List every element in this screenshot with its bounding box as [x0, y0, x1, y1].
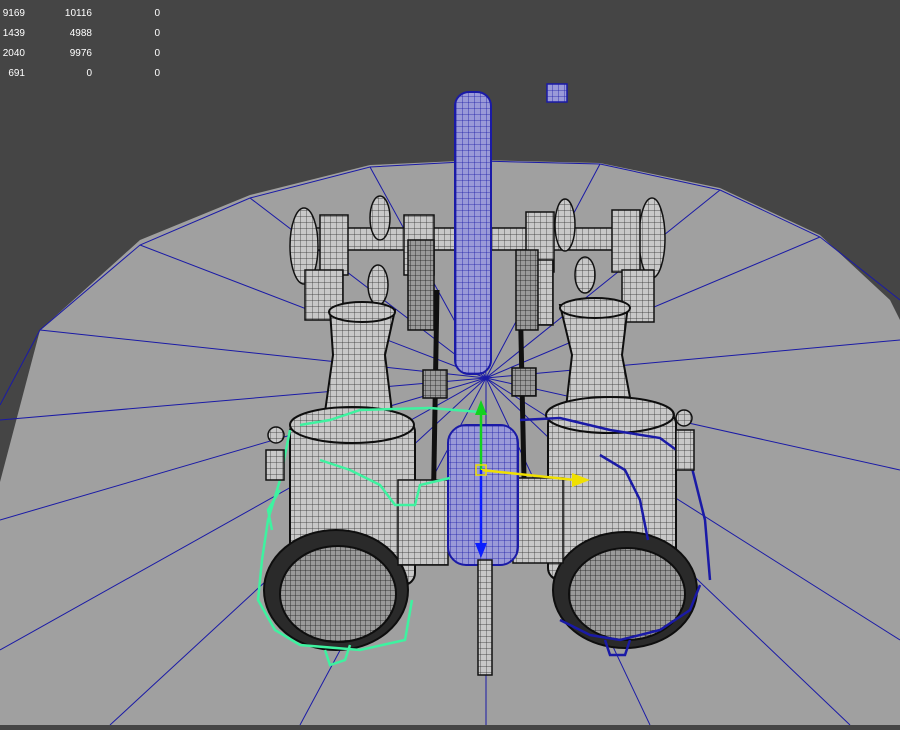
small-cube[interactable]	[546, 83, 568, 103]
poly-count-hud: 9169 10116 0 1439 4988 0 2040 9976 0 691…	[0, 4, 170, 84]
hud-value: 2040	[2, 48, 25, 59]
hud-value: 0	[86, 68, 92, 79]
hud-value: 0	[154, 8, 160, 19]
flywheel[interactable]	[454, 91, 492, 375]
hud-value: 10116	[64, 8, 92, 19]
hud-row: 691 0 0	[0, 64, 170, 84]
3d-viewport[interactable]	[0, 0, 900, 726]
hud-row: 1439 4988 0	[0, 24, 170, 44]
valve-right[interactable]	[675, 409, 695, 471]
hud-row: 9169 10116 0	[0, 4, 170, 24]
hud-value: 1439	[2, 28, 25, 39]
hud-value: 9976	[69, 48, 92, 59]
hud-value: 4988	[69, 28, 92, 39]
valve-left[interactable]	[265, 426, 285, 481]
hud-value: 0	[154, 68, 160, 79]
hud-value: 691	[8, 68, 25, 79]
hud-value: 0	[154, 28, 160, 39]
hud-row: 2040 9976 0	[0, 44, 170, 64]
hud-value: 0	[154, 48, 160, 59]
hud-value: 9169	[2, 8, 25, 19]
